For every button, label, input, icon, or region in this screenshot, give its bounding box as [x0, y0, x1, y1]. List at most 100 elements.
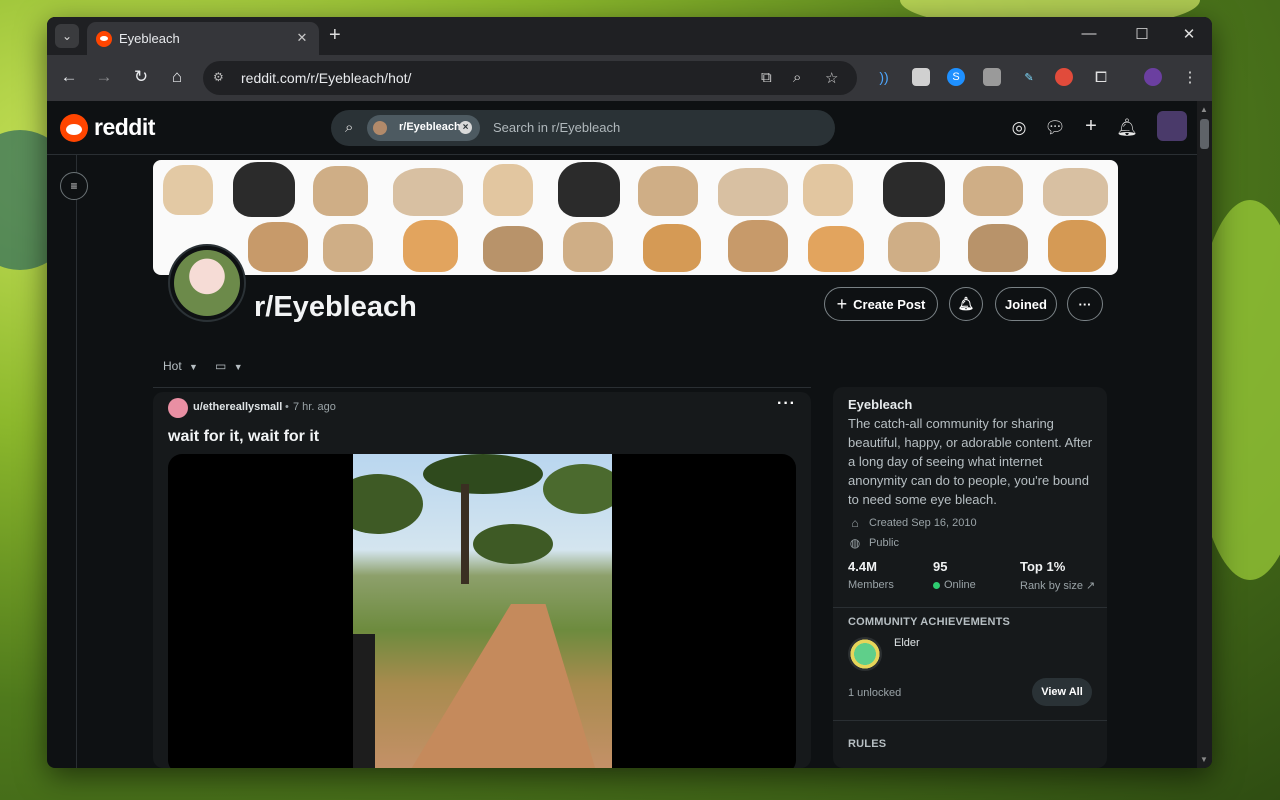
tab-search-button[interactable]: ⌄: [55, 24, 79, 48]
post-video[interactable]: [353, 454, 612, 768]
extension-red-icon[interactable]: [1055, 68, 1073, 86]
members-label: Members: [848, 579, 894, 591]
user-avatar[interactable]: [1157, 111, 1187, 141]
reddit-wordmark[interactable]: reddit: [94, 114, 155, 141]
install-app-icon[interactable]: ⧉: [761, 69, 772, 86]
chevron-down-icon: ▼: [233, 362, 243, 372]
rank-value: Top 1%: [1020, 559, 1066, 574]
search-icon: ⌕: [345, 119, 354, 136]
tab-close-icon[interactable]: ✕: [293, 29, 311, 47]
browser-window: ⌄ Eyebleach ✕ + — ☐ ✕ ← → ↻ ⌂ ⚙ reddit.c…: [47, 17, 1212, 768]
new-tab-button[interactable]: +: [329, 24, 341, 46]
community-banner: [153, 160, 1118, 275]
community-mini-avatar: [373, 121, 387, 135]
advertise-icon[interactable]: ◎: [1008, 118, 1030, 138]
post-time: 7 hr. ago: [293, 401, 336, 413]
browser-toolbar: ← → ↻ ⌂ ⚙ reddit.com/r/Eyebleach/hot/ ⧉ …: [47, 55, 1212, 101]
post-card[interactable]: u/etherеallysmall • 7 hr. ago ··· wait f…: [153, 392, 811, 768]
view-dropdown[interactable]: ▭ ▼: [215, 359, 243, 373]
dirt-road: [396, 604, 603, 768]
eyedropper-icon[interactable]: ✎: [1020, 68, 1038, 86]
shazam-icon[interactable]: S: [947, 68, 965, 86]
extensions-puzzle-icon[interactable]: ⧠: [1092, 68, 1110, 86]
read-aloud-icon[interactable]: )): [875, 68, 893, 86]
divider: [833, 607, 1107, 608]
rank-link[interactable]: Rank by size ↗: [1020, 579, 1095, 592]
tab-eyebleach[interactable]: Eyebleach ✕: [87, 22, 319, 55]
joined-button[interactable]: Joined: [995, 287, 1057, 321]
external-link-icon: ↗: [1086, 580, 1096, 592]
extension-gray-icon[interactable]: [983, 68, 1001, 86]
online-label: Online: [944, 579, 976, 591]
zoom-icon[interactable]: ⌕: [793, 69, 801, 86]
reddit-header: reddit ⌕ r/Eyebleach × Search in r/Eyebl…: [47, 101, 1197, 155]
bell-icon: 🔔︎: [957, 296, 975, 311]
author-name[interactable]: u/etherеallysmall: [193, 401, 282, 413]
achievements-heading: COMMUNITY ACHIEVEMENTS: [848, 616, 1011, 628]
scroll-down-icon[interactable]: ▼: [1200, 755, 1208, 764]
minimize-button[interactable]: —: [1066, 25, 1112, 42]
forward-icon[interactable]: →: [92, 67, 116, 87]
elder-achievement-icon[interactable]: [848, 637, 882, 671]
reddit-favicon-icon: [96, 31, 112, 47]
globe-icon: ◍: [849, 536, 861, 550]
community-title: r/Eyebleach: [254, 291, 417, 323]
online-label-wrap: Online: [933, 579, 976, 591]
notifications-bell-button[interactable]: 🔔︎: [949, 287, 983, 321]
achievement-name: Elder: [894, 637, 920, 649]
post-title[interactable]: wait for it, wait for it: [168, 428, 319, 446]
author-avatar[interactable]: [168, 398, 188, 418]
search-scope-chip[interactable]: r/Eyebleach ×: [367, 115, 480, 141]
create-post-button[interactable]: + Create Post: [824, 287, 938, 321]
browser-menu-icon[interactable]: ⋮: [1181, 68, 1199, 86]
notifications-icon[interactable]: 🔔︎: [1116, 118, 1138, 138]
sidebar-description: The catch-all community for sharing beau…: [848, 416, 1093, 507]
address-bar[interactable]: ⚙ reddit.com/r/Eyebleach/hot/ ⧉ ⌕ ☆: [203, 61, 857, 95]
close-window-button[interactable]: ✕: [1166, 25, 1212, 43]
left-rail: ≡: [47, 155, 88, 768]
create-post-label: Create Post: [853, 296, 926, 312]
card-view-icon: ▭: [215, 359, 227, 373]
chat-icon[interactable]: 💬︎: [1044, 118, 1066, 138]
plus-icon: +: [836, 293, 848, 314]
community-sidebar: Eyebleach The catch-all community for sh…: [833, 387, 1107, 768]
url-text[interactable]: reddit.com/r/Eyebleach/hot/: [241, 70, 411, 86]
post-media[interactable]: [168, 454, 796, 768]
online-count: 95: [933, 559, 948, 574]
bookmark-star-icon[interactable]: ☆: [825, 69, 838, 87]
sidebar-title: Eyebleach: [848, 397, 913, 412]
post-overflow-icon[interactable]: ···: [777, 395, 796, 413]
clear-scope-icon[interactable]: ×: [459, 121, 472, 134]
tab-strip: ⌄ Eyebleach ✕ + — ☐ ✕: [47, 17, 1212, 55]
cake-icon: ⌂: [851, 516, 859, 530]
extension-screen-icon[interactable]: [912, 68, 930, 86]
community-avatar-image: [174, 250, 240, 316]
home-icon[interactable]: ⌂: [165, 67, 189, 87]
create-icon[interactable]: +: [1080, 115, 1102, 138]
scroll-thumb[interactable]: [1200, 119, 1209, 149]
rank-label: Rank by size: [1020, 580, 1083, 592]
chevron-down-icon: ▼: [189, 362, 198, 372]
view-all-button[interactable]: View All: [1032, 678, 1092, 706]
maximize-button[interactable]: ☐: [1119, 25, 1165, 43]
profile-avatar-icon[interactable]: [1144, 68, 1162, 86]
visibility-label: Public: [869, 537, 899, 549]
unlocked-count: 1 unlocked: [848, 687, 902, 699]
page-scrollbar[interactable]: ▲ ▼: [1197, 101, 1212, 768]
reload-icon[interactable]: ↻: [129, 67, 153, 87]
community-more-button[interactable]: ···: [1067, 287, 1103, 321]
meta-separator: •: [285, 401, 289, 413]
community-avatar[interactable]: [168, 244, 246, 322]
search-scope-label: r/Eyebleach: [399, 121, 461, 133]
scroll-up-icon[interactable]: ▲: [1200, 105, 1208, 114]
site-info-icon[interactable]: ⚙: [213, 70, 229, 86]
online-dot-icon: [933, 581, 940, 589]
expand-nav-icon[interactable]: ≡: [60, 172, 88, 200]
created-date: Created Sep 16, 2010: [869, 517, 977, 529]
sort-dropdown[interactable]: Hot ▼: [163, 359, 198, 373]
reddit-search-bar[interactable]: ⌕ r/Eyebleach × Search in r/Eyebleach: [331, 110, 835, 146]
tab-title: Eyebleach: [119, 31, 180, 46]
back-icon[interactable]: ←: [57, 67, 81, 87]
reddit-logo-icon[interactable]: [60, 114, 88, 142]
search-placeholder[interactable]: Search in r/Eyebleach: [493, 120, 620, 135]
